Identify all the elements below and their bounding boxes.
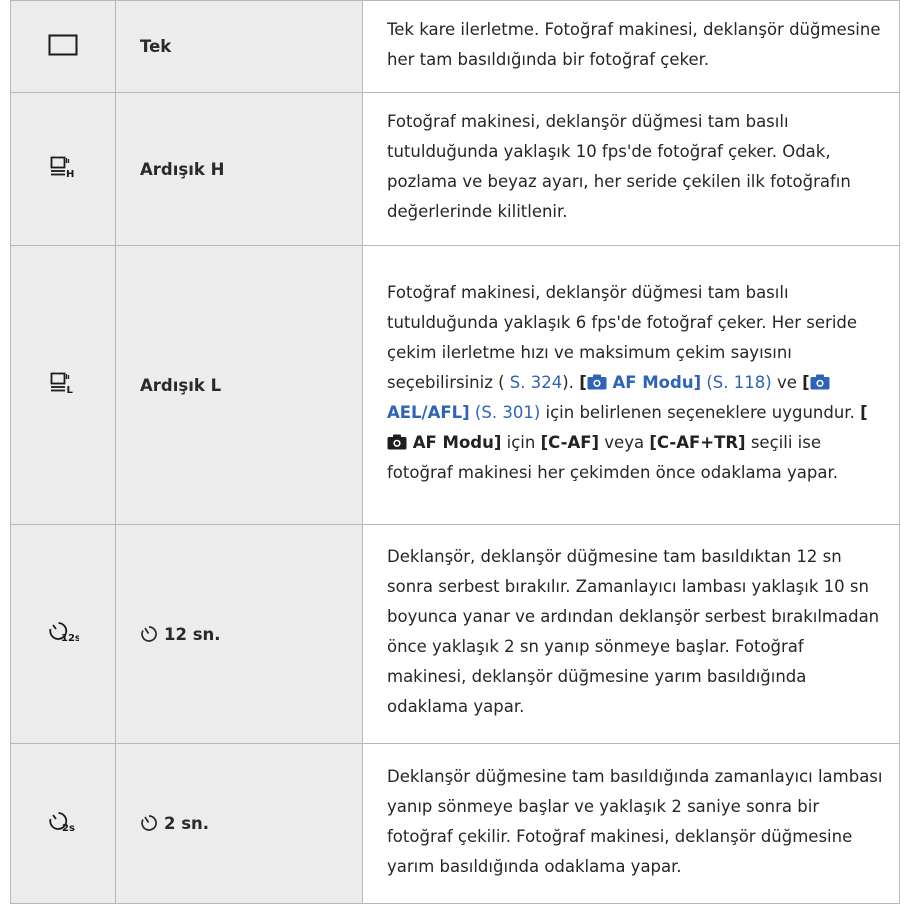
table-row-sequential-h: H Ardışık H Fotoğraf makinesi, deklanşör…: [10, 92, 900, 246]
timer-12-label: 12s: [61, 633, 79, 644]
description-text: Deklanşör düğmesine tam basıldığında zam…: [387, 766, 883, 876]
page-ref-link[interactable]: S. 324: [505, 373, 562, 392]
icon-cell: H: [10, 92, 116, 246]
self-timer-12s-icon: 12s: [49, 622, 79, 644]
menu-value: [C-AF]: [540, 433, 600, 452]
mode-name: Ardışık L: [115, 245, 363, 525]
table-row-sequential-l: L Ardışık L Fotoğraf makinesi, deklanşör…: [10, 245, 900, 525]
icon-cell: 2s: [10, 743, 116, 904]
description-text: Fotoğraf makinesi, deklanşör düğmesi tam…: [387, 112, 851, 221]
table-row-timer-12: 12s 12 sn. Deklanşör, deklanşör düğmesin…: [10, 524, 900, 744]
timer-2-label: 2s: [62, 823, 75, 834]
mode-description: Tek kare ilerletme. Fotoğraf makinesi, d…: [362, 0, 900, 93]
camera-icon: [587, 374, 607, 390]
icon-cell: L: [10, 245, 116, 525]
table-row-single: Tek Tek kare ilerletme. Fotoğraf makines…: [10, 0, 900, 93]
mode-name: 12 sn.: [115, 524, 363, 744]
description-text: Tek kare ilerletme. Fotoğraf makinesi, d…: [387, 19, 881, 69]
mode-description: Deklanşör düğmesine tam basıldığında zam…: [362, 743, 900, 904]
sequential-low-icon: L: [50, 372, 74, 394]
page-ref-link[interactable]: (S. 118): [701, 373, 771, 392]
mode-description: Deklanşör, deklanşör düğmesine tam basıl…: [362, 524, 900, 744]
icon-cell: [10, 0, 116, 93]
self-timer-2s-icon: 2s: [49, 811, 75, 834]
menu-value: [C-AF+TR]: [649, 433, 746, 452]
icon-cell: 12s: [10, 524, 116, 744]
table-row-timer-2: 2s 2 sn. Deklanşör düğmesine tam basıldı…: [10, 743, 900, 904]
sequential-high-icon: H: [50, 156, 74, 178]
mode-description: Fotoğraf makinesi, deklanşör düğmesi tam…: [362, 92, 900, 246]
self-timer-icon: [141, 625, 157, 642]
description-text: Fotoğraf makinesi, deklanşör düğmesi tam…: [387, 283, 868, 482]
description-text: Deklanşör, deklanşör düğmesine tam basıl…: [387, 547, 880, 716]
mode-name: Tek: [115, 0, 363, 93]
drive-mode-table: Tek Tek kare ilerletme. Fotoğraf makines…: [10, 0, 900, 904]
self-timer-icon: [141, 815, 157, 831]
single-frame-icon: [48, 34, 78, 55]
menu-ref: [ AF Modu]: [579, 373, 702, 392]
page-ref-link[interactable]: (S. 301): [470, 403, 540, 422]
mode-description: Fotoğraf makinesi, deklanşör düğmesi tam…: [362, 245, 900, 525]
camera-icon: [387, 434, 407, 450]
mode-name: Ardışık H: [115, 92, 363, 246]
camera-icon: [810, 374, 830, 390]
mode-name: 2 sn.: [115, 743, 363, 904]
low-label: L: [67, 385, 74, 394]
high-label: H: [66, 169, 74, 178]
